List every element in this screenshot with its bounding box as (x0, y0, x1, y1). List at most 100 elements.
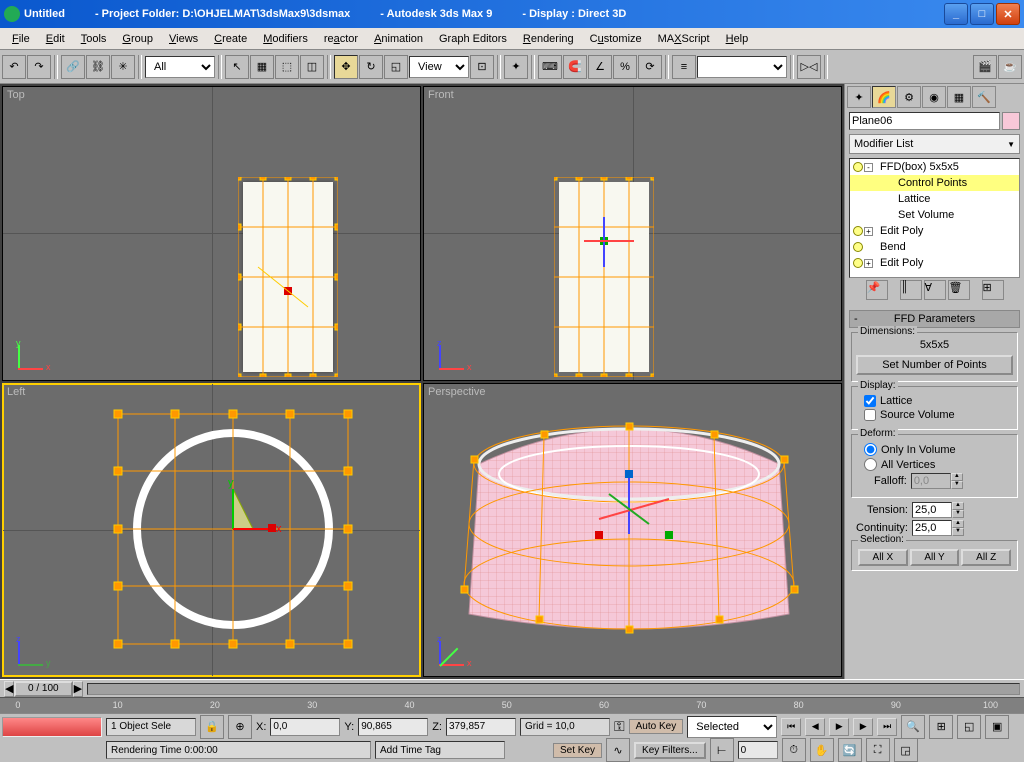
pivot-button[interactable]: ⊡ (470, 55, 494, 79)
nav-zoom-extents-button[interactable]: ◱ (957, 715, 981, 739)
goto-end-button[interactable]: ⏭ (877, 718, 897, 736)
snap-toggle-button[interactable]: 🧲 (563, 55, 587, 79)
stack-control-points[interactable]: Control Points (850, 175, 1019, 191)
setkey-button[interactable]: Set Key (553, 743, 602, 758)
stack-set-volume[interactable]: Set Volume (850, 207, 1019, 223)
key-mode-dropdown[interactable]: Selected (687, 716, 777, 738)
nav-minmax-button[interactable]: ⛶ (866, 738, 890, 762)
menu-animation[interactable]: Animation (366, 31, 431, 47)
nav-pan-button[interactable]: ✋ (810, 738, 834, 762)
window-crossing-button[interactable]: ◫ (300, 55, 324, 79)
stack-ffd[interactable]: -FFD(box) 5x5x5 (850, 159, 1019, 175)
minimize-button[interactable]: _ (944, 3, 968, 25)
slider-right-icon[interactable]: ▶ (73, 681, 83, 697)
close-button[interactable]: ✕ (996, 3, 1020, 25)
lattice-checkbox[interactable]: Lattice (864, 395, 1005, 407)
goto-start-button[interactable]: ⏮ (781, 718, 801, 736)
coord-system-dropdown[interactable]: View (409, 56, 469, 78)
stack-lattice[interactable]: Lattice (850, 191, 1019, 207)
hierarchy-tab[interactable]: ⚙ (897, 86, 921, 108)
named-selection-button[interactable]: ≡ (672, 55, 696, 79)
select-by-name-button[interactable]: ▦ (250, 55, 274, 79)
remove-modifier-button[interactable]: 🗑 (948, 280, 970, 300)
configure-sets-button[interactable]: ⊞ (982, 280, 1004, 300)
menu-modifiers[interactable]: Modifiers (255, 31, 316, 47)
all-vertices-radio[interactable]: All Vertices (864, 458, 1005, 471)
next-frame-button[interactable]: ▶ (853, 718, 873, 736)
modifier-stack[interactable]: -FFD(box) 5x5x5 Control Points Lattice S… (849, 158, 1020, 278)
bind-spacewarp-button[interactable]: ✳ (111, 55, 135, 79)
time-slider[interactable]: ◀ 0 / 100 ▶ (0, 679, 1024, 697)
stack-edit-poly-2[interactable]: +Edit Poly (850, 255, 1019, 271)
percent-snap-button[interactable]: % (613, 55, 637, 79)
key-icon-button[interactable]: ∿ (606, 738, 630, 762)
stack-bend[interactable]: Bend (850, 239, 1019, 255)
only-in-volume-radio[interactable]: Only In Volume (864, 443, 1005, 456)
selection-filter-dropdown[interactable]: All (145, 56, 215, 78)
spinner-snap-button[interactable]: ⟳ (638, 55, 662, 79)
scale-button[interactable]: ◱ (384, 55, 408, 79)
rotate-button[interactable]: ↻ (359, 55, 383, 79)
create-tab[interactable]: ✦ (847, 86, 871, 108)
menu-group[interactable]: Group (114, 31, 161, 47)
select-button[interactable]: ↖ (225, 55, 249, 79)
all-y-button[interactable]: All Y (910, 549, 960, 566)
link-button[interactable]: 🔗 (61, 55, 85, 79)
motion-tab[interactable]: ◉ (922, 86, 946, 108)
stack-edit-poly-1[interactable]: +Edit Poly (850, 223, 1019, 239)
menu-graph-editors[interactable]: Graph Editors (431, 31, 515, 47)
menu-tools[interactable]: Tools (73, 31, 115, 47)
object-name-input[interactable] (849, 112, 1000, 130)
all-z-button[interactable]: All Z (961, 549, 1011, 566)
autokey-button[interactable]: Auto Key (629, 719, 684, 734)
viewport-perspective[interactable]: Perspective (423, 383, 842, 678)
mirror-button[interactable]: ▷◁ (797, 55, 821, 79)
key-filters-button[interactable]: Key Filters... (634, 742, 706, 759)
lock-selection-button[interactable]: 🔒 (200, 715, 224, 739)
modify-tab[interactable]: 🌈 (872, 86, 896, 108)
maximize-button[interactable]: □ (970, 3, 994, 25)
move-button[interactable]: ✥ (334, 55, 358, 79)
prev-frame-button[interactable]: ◀ (805, 718, 825, 736)
unlink-button[interactable]: ⛓ (86, 55, 110, 79)
menu-edit[interactable]: Edit (38, 31, 73, 47)
object-color-swatch[interactable] (1002, 112, 1020, 130)
viewport-top[interactable]: Top (2, 86, 421, 381)
menu-help[interactable]: Help (718, 31, 757, 47)
angle-snap-button[interactable]: ∠ (588, 55, 612, 79)
nav-zoom-button[interactable]: 🔍 (901, 715, 925, 739)
all-x-button[interactable]: All X (858, 549, 908, 566)
nav-zoom-all-button[interactable]: ⊞ (929, 715, 953, 739)
nav-extra-button[interactable]: ◲ (894, 738, 918, 762)
z-coord-input[interactable] (446, 718, 516, 736)
add-time-tag[interactable]: Add Time Tag (375, 741, 505, 759)
continuity-spinner[interactable]: ▲▼ (912, 520, 964, 536)
play-button[interactable]: ▶ (829, 718, 849, 736)
named-selection-dropdown[interactable] (697, 56, 787, 78)
make-unique-button[interactable]: ∀ (924, 280, 946, 300)
pin-stack-button[interactable]: 📌 (866, 280, 888, 300)
nav-fov-button[interactable]: ▣ (985, 715, 1009, 739)
menu-views[interactable]: Views (161, 31, 206, 47)
menu-rendering[interactable]: Rendering (515, 31, 582, 47)
utilities-tab[interactable]: 🔨 (972, 86, 996, 108)
select-region-button[interactable]: ⬚ (275, 55, 299, 79)
time-ruler[interactable]: 0 10 20 30 40 50 60 70 80 90 100 (0, 697, 1024, 713)
display-tab[interactable]: ▦ (947, 86, 971, 108)
quick-render-button[interactable]: 🎬 (973, 55, 997, 79)
x-coord-input[interactable] (270, 718, 340, 736)
nav-orbit-button[interactable]: 🔄 (838, 738, 862, 762)
menu-file[interactable]: File (4, 31, 38, 47)
menu-create[interactable]: Create (206, 31, 255, 47)
modifier-list-dropdown[interactable]: Modifier List (849, 134, 1020, 154)
slider-left-icon[interactable]: ◀ (4, 681, 14, 697)
keyboard-shortcut-button[interactable]: ⌨ (538, 55, 562, 79)
frame-handle[interactable]: 0 / 100 (14, 681, 73, 697)
menu-customize[interactable]: Customize (582, 31, 650, 47)
set-points-button[interactable]: Set Number of Points (856, 355, 1013, 375)
y-coord-input[interactable] (358, 718, 428, 736)
source-volume-checkbox[interactable]: Source Volume (864, 409, 1005, 421)
viewport-left[interactable]: Left y x yz (2, 383, 421, 678)
undo-button[interactable]: ↶ (2, 55, 26, 79)
viewport-front[interactable]: Front xz (423, 86, 842, 381)
